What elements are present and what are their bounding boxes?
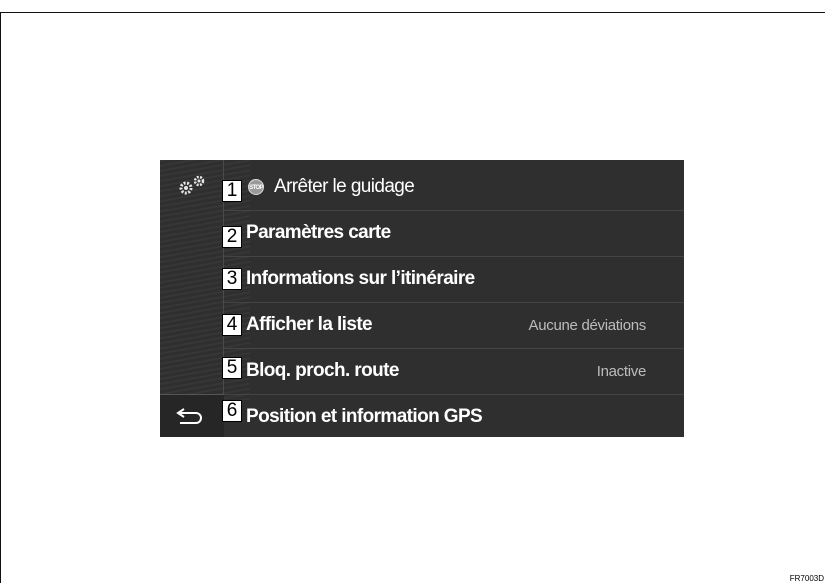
callout-5: 5 (222, 357, 242, 379)
menu-item-label: Afficher la liste (246, 314, 373, 335)
gear-icon (174, 174, 210, 198)
back-arrow-icon (176, 408, 202, 424)
menu-item-show-list[interactable]: Afficher la liste Aucune déviations (224, 303, 684, 349)
menu-item-stop-guidance[interactable]: STOP Arrêter le guidage (224, 165, 684, 211)
menu-item-label: Bloq. proch. route (246, 360, 399, 381)
sidebar (160, 160, 224, 437)
menu-item-gps-info[interactable]: Position et information GPS (224, 395, 684, 437)
back-button[interactable] (160, 394, 224, 437)
menu-item-value: Aucune déviations (528, 317, 647, 334)
figure-code: FR7003D (789, 574, 824, 583)
callout-2: 2 (222, 226, 242, 248)
callout-6: 6 (222, 400, 242, 422)
menu-item-label: Informations sur l’itinéraire (246, 268, 475, 289)
menu-item-route-info[interactable]: Informations sur l’itinéraire (224, 257, 684, 303)
callout-4: 4 (222, 314, 242, 336)
menu-item-label: Paramètres carte (246, 222, 391, 243)
callout-1: 1 (222, 180, 242, 202)
menu-item-block-next-road[interactable]: Bloq. proch. route Inactive (224, 349, 684, 395)
stop-icon: STOP (248, 178, 264, 195)
menu-item-map-settings[interactable]: Paramètres carte (224, 211, 684, 257)
menu-item-value: Inactive (596, 363, 647, 380)
menu-item-label: Arrêter le guidage (274, 176, 415, 197)
callout-3: 3 (222, 268, 242, 290)
menu-item-label: Position et information GPS (246, 406, 483, 427)
